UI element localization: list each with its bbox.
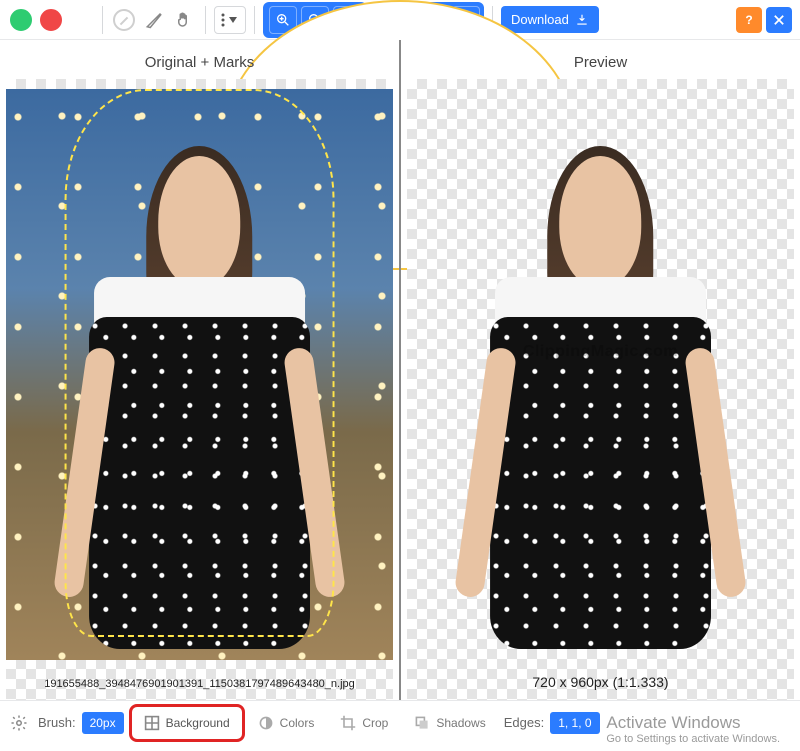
preview-pane-title: Preview (401, 40, 800, 79)
chevron-down-icon (229, 17, 237, 23)
colors-panel-button[interactable]: Colors (250, 711, 323, 735)
download-label: Download (511, 12, 569, 27)
scalpel-button[interactable] (141, 7, 167, 33)
crop-icon (340, 715, 356, 731)
toolbar-separator (254, 6, 255, 34)
main-workspace: Original + Marks 191655488_3948476901901… (0, 40, 800, 700)
colors-icon (258, 715, 274, 731)
scalpel-icon (145, 11, 163, 29)
edges-label: Edges: (504, 715, 544, 730)
question-icon: ? (745, 13, 752, 27)
settings-button[interactable] (10, 714, 28, 732)
toolbar-separator (205, 6, 206, 34)
keep-brush-button[interactable] (8, 7, 34, 33)
brush-label: Brush: (38, 715, 76, 730)
crop-panel-button[interactable]: Crop (332, 711, 396, 735)
edges-value: 1, 1, 0 (550, 712, 599, 734)
filename-label: 191655488_3948476901901391_1150381797489… (6, 678, 393, 690)
hair-brush-button[interactable] (68, 7, 94, 33)
pan-button[interactable] (171, 7, 197, 33)
top-toolbar: Download ? (0, 0, 800, 40)
eraser-button[interactable] (111, 7, 137, 33)
dimensions-label: 720 x 960px (1:1.333) (407, 674, 794, 690)
help-button[interactable]: ? (736, 7, 762, 33)
edges-control[interactable]: Edges: 1, 1, 0 (504, 712, 600, 734)
download-icon (575, 13, 589, 27)
gear-icon (10, 714, 28, 732)
download-button[interactable]: Download (501, 6, 599, 33)
preview-image: ClippingMagic.com (407, 89, 794, 660)
crop-label: Crop (362, 716, 388, 730)
close-button[interactable] (766, 7, 792, 33)
preview-canvas[interactable]: ClippingMagic.com 720 x 960px (1:1.333) (407, 79, 794, 700)
preview-pane: Preview Original ClippingMagic.com 720 x… (399, 40, 800, 700)
background-panel-button[interactable]: Background (134, 709, 240, 737)
original-image (6, 89, 393, 660)
selection-outline (64, 89, 335, 637)
brush-value: 20px (82, 712, 124, 734)
undo-history-dropdown[interactable] (214, 6, 246, 34)
original-pane: Original + Marks 191655488_3948476901901… (0, 40, 399, 700)
remove-brush-button[interactable] (38, 7, 64, 33)
toolbar-separator (102, 6, 103, 34)
hand-icon (175, 11, 193, 29)
shadows-label: Shadows (436, 716, 485, 730)
background-icon (144, 715, 160, 731)
background-label: Background (166, 716, 230, 730)
original-canvas[interactable]: 191655488_3948476901901391_1150381797489… (6, 79, 393, 700)
brush-size-control[interactable]: Brush: 20px (38, 712, 124, 734)
zoom-in-icon (275, 12, 291, 28)
shadows-panel-button[interactable]: Shadows (406, 711, 493, 735)
shadows-icon (414, 715, 430, 731)
kebab-icon (221, 13, 225, 27)
close-icon (772, 13, 786, 27)
colors-label: Colors (280, 716, 315, 730)
original-pane-title: Original + Marks (0, 40, 399, 79)
bottom-toolbar: Brush: 20px Background Colors Crop Shado… (0, 700, 800, 744)
